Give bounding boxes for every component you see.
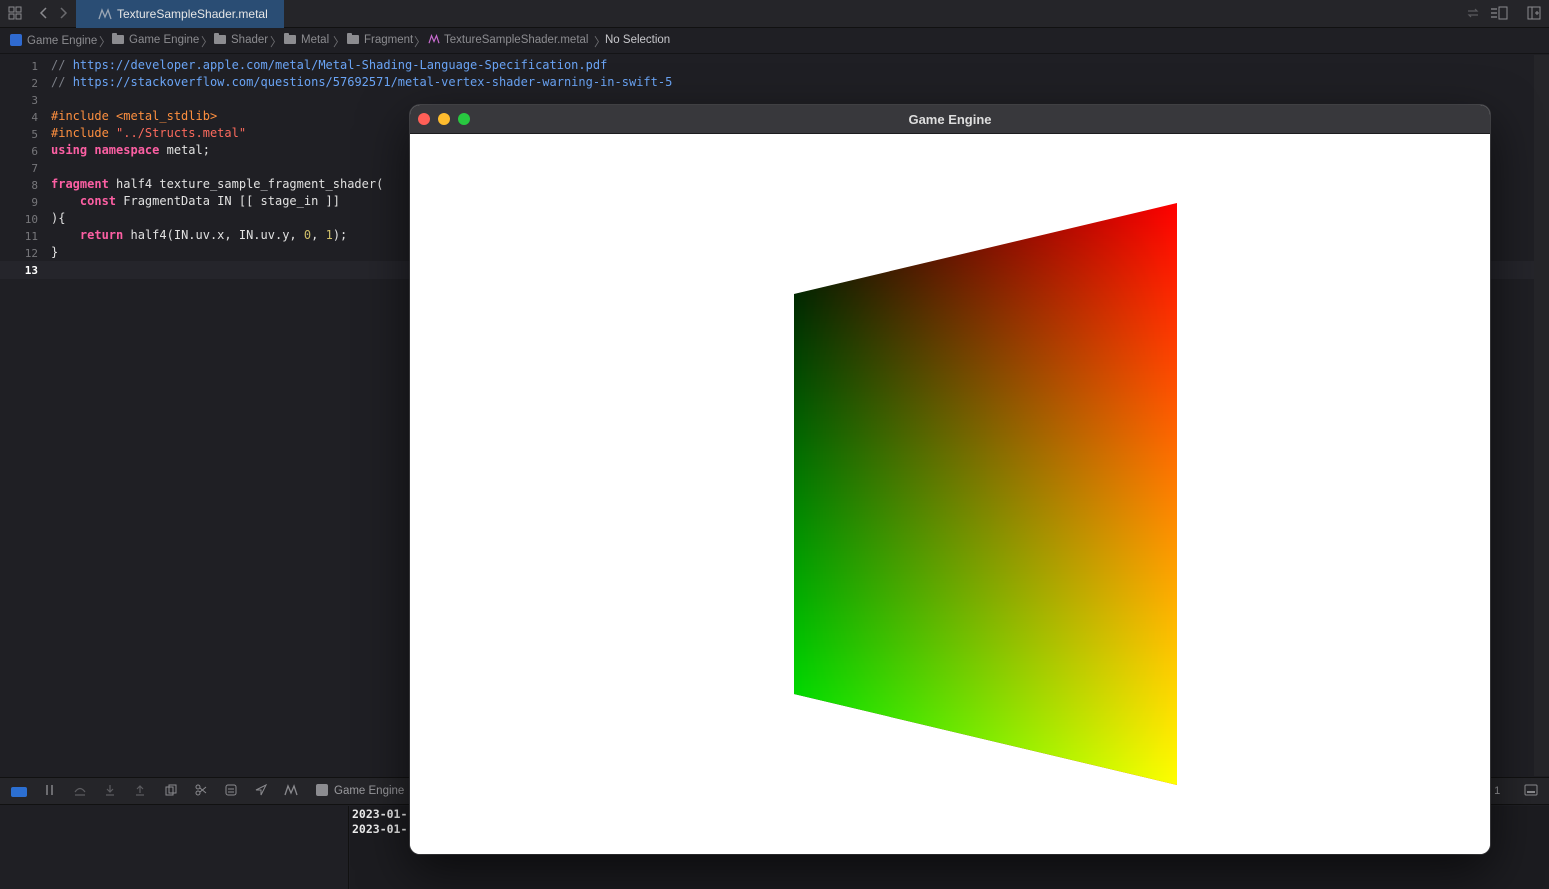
variables-view[interactable] [0, 806, 349, 889]
chevron-right-icon: 〉 [99, 35, 112, 49]
app-icon [10, 34, 22, 46]
breadcrumb-group-game-engine[interactable]: Game Engine [112, 33, 199, 46]
chevron-right-icon: 〉 [333, 35, 346, 49]
breadcrumb-group-metal[interactable]: Metal [284, 33, 329, 46]
editor-options-icon[interactable] [1490, 6, 1508, 22]
memory-graph-icon[interactable] [193, 784, 209, 800]
folder-icon [214, 33, 226, 44]
forward-icon[interactable] [55, 6, 71, 22]
line-number: 4 [31, 111, 38, 124]
grid-icon[interactable] [7, 6, 23, 22]
code-line-9: const FragmentData IN [[ stage_in ]] [79, 194, 340, 208]
rendered-quad [794, 203, 1177, 785]
step-over-icon[interactable] [72, 784, 88, 800]
code-line-4: #include <metal_stdlib> [51, 109, 218, 123]
console-line: 2023-01- [352, 822, 408, 836]
stackoverflow-link[interactable]: https://stackoverflow.com/questions/5769… [73, 75, 673, 89]
back-icon[interactable] [36, 6, 52, 22]
environment-overrides-icon[interactable] [223, 784, 239, 800]
line-number: 6 [31, 145, 38, 158]
code-line-6: using namespace metal; [51, 143, 210, 157]
breadcrumb-file[interactable]: TextureSampleShader.metal [428, 34, 588, 46]
tab-texture-sample-shader[interactable]: TextureSampleShader.metal [76, 0, 284, 28]
breadcrumb-group-fragment[interactable]: Fragment [347, 33, 413, 46]
line-number: 5 [31, 128, 38, 141]
breakpoints-toggle-icon[interactable] [11, 787, 27, 797]
game-engine-window[interactable]: Game Engine [410, 105, 1490, 854]
code-line-12: } [51, 245, 59, 259]
console-line: 2023-01- [352, 807, 408, 821]
line-number: 1 [31, 60, 38, 73]
location-icon[interactable] [253, 783, 269, 800]
view-hierarchy-icon[interactable] [163, 784, 179, 800]
step-into-icon[interactable] [102, 784, 118, 800]
chevron-right-icon: 〉 [201, 35, 214, 49]
line-number: 10 [24, 213, 38, 226]
code-line-1: // https://developer.apple.com/metal/Met… [51, 58, 608, 72]
pause-icon[interactable] [42, 784, 58, 800]
tab-label: TextureSampleShader.metal [117, 7, 268, 21]
line-number: 8 [31, 179, 38, 192]
line-number: 7 [31, 162, 38, 175]
swap-icon[interactable] [1465, 6, 1481, 22]
line-number: 3 [31, 94, 38, 107]
breadcrumb-project[interactable]: Game Engine [10, 34, 97, 47]
debug-target[interactable]: Game Engine [316, 784, 404, 797]
doc-link[interactable]: https://developer.apple.com/metal/Metal-… [73, 58, 608, 72]
code-line-8: fragment half4 texture_sample_fragment_s… [51, 177, 384, 191]
code-line-5: #include "../Structs.metal" [51, 126, 247, 140]
app-target-icon [316, 784, 328, 796]
render-view[interactable] [410, 135, 1490, 854]
line-number: 11 [24, 230, 38, 243]
code-line-11: return half4(IN.uv.x, IN.uv.y, 0, 1); [79, 228, 348, 242]
chevron-right-icon: 〉 [414, 35, 427, 49]
step-out-icon[interactable] [132, 784, 148, 800]
metal-capture-icon[interactable] [283, 784, 299, 800]
chevron-right-icon: 〉 [270, 35, 283, 49]
breadcrumb-group-shader[interactable]: Shader [214, 33, 268, 46]
line-number-current: 13 [24, 264, 38, 277]
hide-debug-area-icon[interactable] [1523, 784, 1539, 800]
code-line-10: ){ [51, 211, 66, 225]
line-number: 2 [31, 77, 38, 90]
folder-icon [112, 33, 124, 44]
breadcrumb: Game Engine 〉 Game Engine 〉 Shader 〉 Met… [0, 28, 1549, 54]
metal-file-icon [98, 7, 112, 21]
metal-file-icon [428, 34, 440, 44]
window-titlebar[interactable]: Game Engine [410, 105, 1490, 134]
tab-bar: TextureSampleShader.metal [0, 0, 1549, 28]
line-number: 9 [31, 196, 38, 209]
folder-icon [284, 33, 296, 44]
vertical-scrollbar[interactable] [1534, 55, 1549, 776]
code-line-2: // https://stackoverflow.com/questions/5… [51, 75, 673, 89]
breadcrumb-selection[interactable]: No Selection [605, 34, 670, 46]
folder-icon [347, 33, 359, 44]
line-number: 12 [24, 247, 38, 260]
add-editor-icon[interactable] [1526, 6, 1542, 22]
window-title: Game Engine [908, 112, 992, 127]
